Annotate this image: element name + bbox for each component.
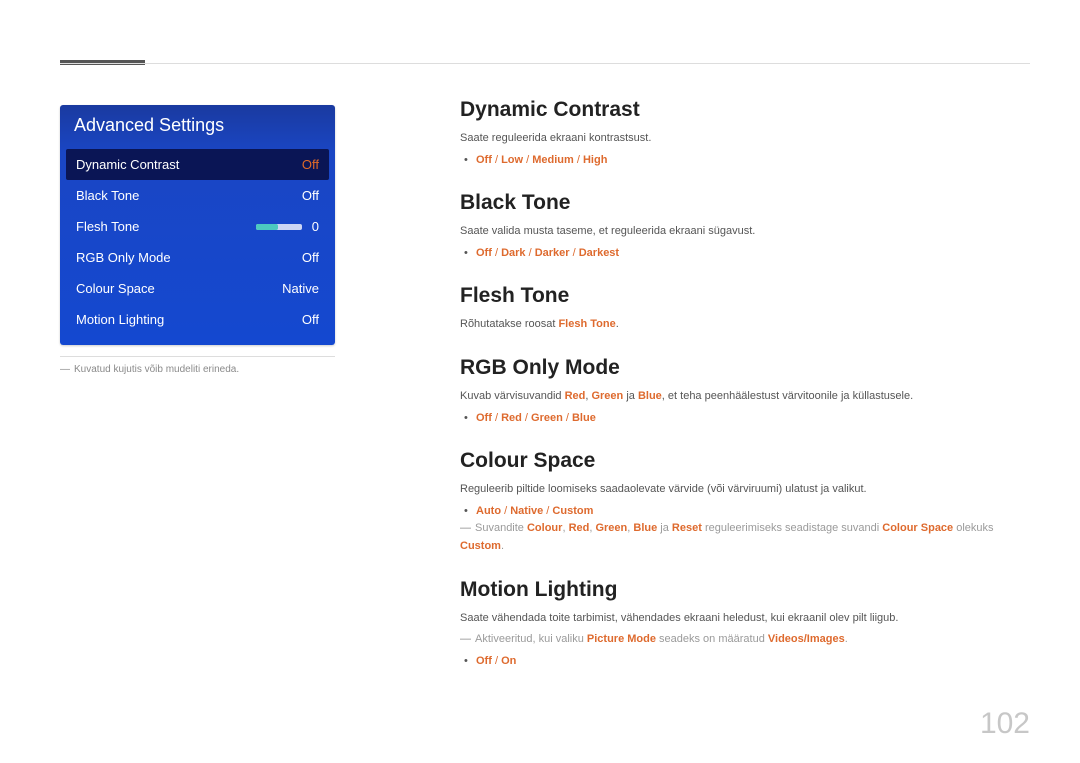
- section-colour-space: Colour Space Reguleerib piltide loomisek…: [460, 449, 1030, 555]
- rgb-suffix: , et teha peenhäälestust värvitoonile ja…: [662, 390, 913, 402]
- menu-item-value: Off: [302, 312, 319, 327]
- rgb-green: Green: [591, 390, 623, 402]
- menu-item-value: Off: [302, 188, 319, 203]
- note-dash-icon: ―: [60, 364, 70, 375]
- menu-item-label: Dynamic Contrast: [76, 157, 302, 172]
- menu-item-dynamic-contrast[interactable]: Dynamic ContrastOff: [66, 149, 329, 180]
- heading-dynamic-contrast: Dynamic Contrast: [460, 98, 1030, 122]
- cs-n1: Suvandite: [475, 522, 527, 534]
- section-flesh-tone: Flesh Tone Rõhutatakse roosat Flesh Tone…: [460, 284, 1030, 334]
- menu-item-label: Black Tone: [76, 188, 302, 203]
- heading-motion-lighting: Motion Lighting: [460, 578, 1030, 602]
- cs-cs: Colour Space: [882, 522, 953, 534]
- cs-custom: Custom: [460, 540, 501, 552]
- panel-rows: Dynamic ContrastOffBlack ToneOffFlesh To…: [60, 146, 335, 345]
- heading-flesh-tone: Flesh Tone: [460, 284, 1030, 308]
- options-rgb-only: Off / Red / Green / Blue: [460, 410, 1030, 428]
- menu-item-value: Off: [302, 157, 319, 172]
- cs-n2: reguleerimiseks seadistage suvandi: [702, 522, 882, 534]
- menu-item-black-tone[interactable]: Black ToneOff: [66, 180, 329, 211]
- menu-item-rgb-only-mode[interactable]: RGB Only ModeOff: [66, 242, 329, 273]
- left-note-rule: [60, 356, 335, 357]
- model-disclaimer: ― Kuvatud kujutis võib mudeliti erineda.: [60, 364, 335, 375]
- section-motion-lighting: Motion Lighting Saate vähendada toite ta…: [460, 578, 1030, 671]
- options-colour-space: Auto / Native / Custom: [460, 503, 1030, 521]
- cs-red: Red: [569, 522, 590, 534]
- desc-black-tone: Saate valida musta taseme, et reguleerid…: [460, 223, 1030, 241]
- header-rule: [60, 63, 1030, 64]
- flesh-tone-prefix: Rõhutatakse roosat: [460, 318, 558, 330]
- ml-n3: .: [845, 633, 848, 645]
- ml-pm: Picture Mode: [587, 633, 656, 645]
- content-column: Dynamic Contrast Saate reguleerida ekraa…: [460, 98, 1030, 692]
- desc-rgb-only: Kuvab värvisuvandid Red, Green ja Blue, …: [460, 388, 1030, 406]
- note-colour-space: ―Suvandite Colour, Red, Green, Blue ja R…: [460, 520, 1030, 555]
- slider-track[interactable]: [256, 224, 302, 230]
- menu-item-label: Flesh Tone: [76, 219, 256, 234]
- section-black-tone: Black Tone Saate valida musta taseme, et…: [460, 191, 1030, 262]
- panel-title: Advanced Settings: [60, 105, 335, 146]
- section-rgb-only: RGB Only Mode Kuvab värvisuvandid Red, G…: [460, 356, 1030, 427]
- rgb-prefix: Kuvab värvisuvandid: [460, 390, 565, 402]
- note-dash-icon: ―: [460, 522, 471, 534]
- options-black-tone: Off / Dark / Darker / Darkest: [460, 245, 1030, 263]
- menu-item-value: Native: [282, 281, 319, 296]
- cs-reset: Reset: [672, 522, 702, 534]
- desc-flesh-tone: Rõhutatakse roosat Flesh Tone.: [460, 316, 1030, 334]
- cs-green: Green: [595, 522, 627, 534]
- menu-item-label: Motion Lighting: [76, 312, 302, 327]
- flesh-tone-hl: Flesh Tone: [558, 318, 615, 330]
- disclaimer-text: Kuvatud kujutis võib mudeliti erineda.: [74, 364, 239, 375]
- ml-n2: seadeks on määratud: [656, 633, 768, 645]
- note-motion-lighting: ― Aktiveeritud, kui valiku Picture Mode s…: [460, 631, 1030, 649]
- options-motion-lighting: Off / On: [460, 653, 1030, 671]
- cs-ja: ja: [657, 522, 672, 534]
- ml-vi: Videos/Images: [768, 633, 845, 645]
- menu-item-label: Colour Space: [76, 281, 282, 296]
- section-dynamic-contrast: Dynamic Contrast Saate reguleerida ekraa…: [460, 98, 1030, 169]
- menu-item-flesh-tone[interactable]: Flesh Tone 0: [66, 211, 329, 242]
- menu-item-value: 0: [312, 219, 319, 234]
- heading-colour-space: Colour Space: [460, 449, 1030, 473]
- rgb-ja: ja: [623, 390, 638, 402]
- menu-item-label: RGB Only Mode: [76, 250, 302, 265]
- menu-item-motion-lighting[interactable]: Motion LightingOff: [66, 304, 329, 335]
- cs-blue: Blue: [633, 522, 657, 534]
- heading-black-tone: Black Tone: [460, 191, 1030, 215]
- cs-colour: Colour: [527, 522, 562, 534]
- desc-colour-space: Reguleerib piltide loomiseks saadaolevat…: [460, 481, 1030, 499]
- desc-dynamic-contrast: Saate reguleerida ekraani kontrastsust.: [460, 130, 1030, 148]
- cs-n4: .: [501, 540, 504, 552]
- menu-item-value: Off: [302, 250, 319, 265]
- flesh-tone-suffix: .: [616, 318, 619, 330]
- menu-item-colour-space[interactable]: Colour SpaceNative: [66, 273, 329, 304]
- advanced-settings-panel: Advanced Settings Dynamic ContrastOffBla…: [60, 105, 335, 345]
- desc-motion-lighting: Saate vähendada toite tarbimist, vähenda…: [460, 610, 1030, 628]
- ml-n1: Aktiveeritud, kui valiku: [475, 633, 587, 645]
- note-dash-icon: ―: [460, 633, 471, 645]
- rgb-blue: Blue: [638, 390, 662, 402]
- rgb-red: Red: [565, 390, 586, 402]
- heading-rgb-only: RGB Only Mode: [460, 356, 1030, 380]
- page-number: 102: [980, 707, 1030, 741]
- cs-n3: olekuks: [953, 522, 993, 534]
- options-dynamic-contrast: Off / Low / Medium / High: [460, 152, 1030, 170]
